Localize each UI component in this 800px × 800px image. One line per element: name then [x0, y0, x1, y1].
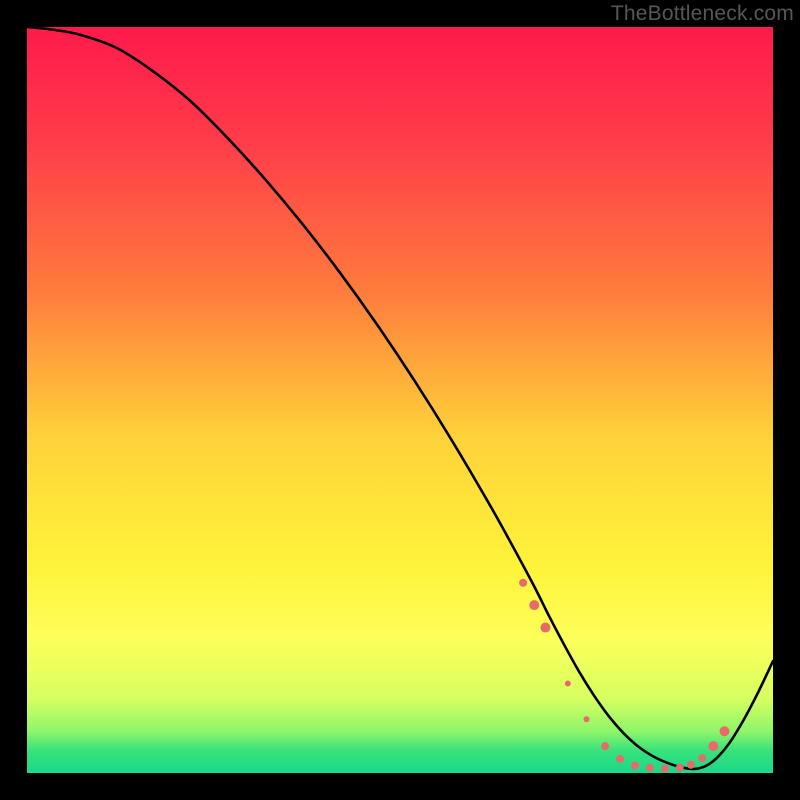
marker-dot	[687, 761, 695, 769]
gradient-background	[27, 27, 773, 773]
marker-dot	[519, 579, 527, 587]
watermark-text: TheBottleneck.com	[611, 2, 794, 26]
marker-dot	[584, 716, 590, 722]
marker-dot	[616, 755, 624, 763]
marker-dot	[601, 742, 609, 750]
marker-dot	[540, 623, 550, 633]
chart-frame	[27, 27, 773, 773]
marker-dot	[698, 754, 706, 762]
marker-dot	[646, 764, 654, 772]
marker-dot	[708, 741, 718, 751]
marker-dot	[661, 765, 669, 773]
marker-dot	[631, 762, 639, 770]
marker-dot	[529, 600, 539, 610]
marker-dot	[720, 726, 730, 736]
marker-dot	[565, 680, 571, 686]
bottleneck-chart	[27, 27, 773, 773]
marker-dot	[676, 764, 684, 772]
